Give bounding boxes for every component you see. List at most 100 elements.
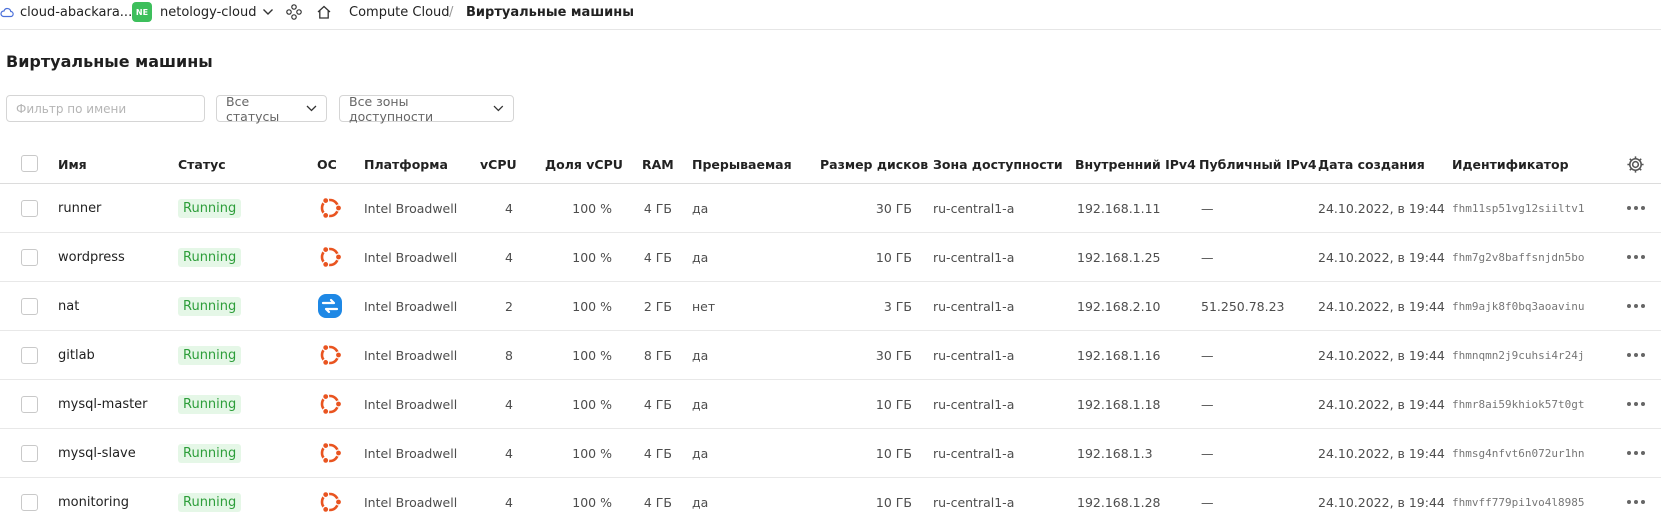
vm-internal-ip: 192.168.1.25 [1077,249,1161,265]
gear-icon[interactable] [1626,155,1645,178]
column-header-disk-size[interactable]: Размер дисков [820,157,928,172]
column-header-internal-ip[interactable]: Внутренний IPv4 [1075,157,1196,172]
vm-zone: ru-central1-a [933,347,1015,363]
vm-name-cell[interactable]: mysql-slave [58,429,136,477]
vm-name-cell[interactable]: monitoring [58,478,129,524]
row-actions-menu-icon[interactable] [1627,429,1645,477]
row-actions-menu-icon[interactable] [1627,282,1645,330]
vm-disk-size-cell: 30 ГБ [876,184,912,232]
breadcrumb-separator: / [449,4,454,20]
vm-public-ip: — [1201,249,1214,265]
column-header-status[interactable]: Статус [178,157,226,172]
vm-name-cell[interactable]: nat [58,282,79,330]
ubuntu-os-icon [317,184,343,232]
row-checkbox[interactable] [21,298,38,315]
name-filter-input[interactable] [6,95,205,122]
column-header-name[interactable]: Имя [58,157,87,172]
vm-vcpu-cell: 4 [505,380,513,428]
column-header-os[interactable]: ОС [317,157,337,172]
column-header-zone[interactable]: Зона доступности [933,157,1063,172]
column-header-vcpu-share[interactable]: Доля vCPU [545,157,623,172]
row-actions-menu-icon[interactable] [1627,184,1645,232]
row-checkbox[interactable] [21,445,38,462]
vm-name[interactable]: mysql-master [58,397,148,412]
ubuntu-os-icon [317,429,343,477]
vm-name[interactable]: monitoring [58,495,129,510]
home-icon[interactable] [313,2,335,22]
vm-ram: 4 ГБ [643,445,672,461]
row-checkbox[interactable] [21,347,38,364]
row-actions-menu-icon[interactable] [1627,233,1645,281]
zone-filter-select[interactable]: Все зоны доступности [339,94,514,124]
breadcrumb-service[interactable]: Compute Cloud [349,2,450,22]
vm-preemptible-cell: да [692,380,708,428]
vm-created-cell: 24.10.2022, в 19:44 [1318,331,1445,379]
table-row[interactable]: runner Running Intel Broadwell 4 100 % 4 ГБ да… [0,184,1661,233]
vm-name-cell[interactable]: gitlab [58,331,95,379]
vm-name[interactable]: mysql-slave [58,446,136,461]
row-actions-menu-icon[interactable] [1627,478,1645,524]
column-header-created[interactable]: Дата создания [1318,157,1425,172]
vm-preemptible-cell: да [692,331,708,379]
cloud-icon [0,7,14,18]
vm-name[interactable]: wordpress [58,250,125,265]
vm-ram-cell: 2 ГБ [644,282,672,330]
vm-id: fhmsg4nfvt6n072ur1hn [1452,446,1585,460]
vm-name[interactable]: runner [58,201,101,216]
vm-preemptible: да [692,249,709,265]
vm-name-cell[interactable]: mysql-master [58,380,148,428]
column-header-preemptible[interactable]: Прерываемая [692,157,792,172]
vm-name[interactable]: nat [58,299,79,314]
row-actions-menu-icon[interactable] [1627,380,1645,428]
table-row[interactable]: mysql-slave Running Intel Broadwell 4 100 % 4… [0,429,1661,478]
vm-disk-size-cell: 3 ГБ [884,282,912,330]
table-row[interactable]: gitlab Running Intel Broadwell 8 100 % 8 ГБ да… [0,331,1661,380]
vm-disk-size: 3 ГБ [883,298,912,314]
table-row[interactable]: monitoring Running Intel Broadwell 4 100 % 4 … [0,478,1661,524]
vm-zone-cell: ru-central1-a [933,429,1014,477]
vm-internal-ip-cell: 192.168.1.18 [1077,380,1161,428]
vm-id-cell: fhm9ajk8f0bq3aoavinu [1452,282,1584,330]
folder-selector[interactable]: NE netology-cloud [132,2,274,22]
row-checkbox[interactable] [21,249,38,266]
vm-vcpu-cell: 2 [505,282,513,330]
vm-created-cell: 24.10.2022, в 19:44 [1318,184,1445,232]
table-row[interactable]: wordpress Running Intel Broadwell 4 100 % 4 Г… [0,233,1661,282]
vm-id-cell: fhmr8ai59khiok57t0gt [1452,380,1584,428]
status-filter-value: Все статусы [226,93,280,124]
column-header-public-ip[interactable]: Публичный IPv4 [1199,157,1317,172]
column-header-platform[interactable]: Платформа [364,157,448,172]
row-checkbox[interactable] [21,396,38,413]
vm-name-cell[interactable]: wordpress [58,233,125,281]
vm-name-cell[interactable]: runner [58,184,101,232]
vm-platform-cell: Intel Broadwell [364,380,457,428]
services-icon[interactable] [283,2,305,22]
vm-preemptible: нет [692,298,716,314]
vm-public-ip-cell: — [1201,380,1214,428]
vm-vcpu-share-cell: 100 % [572,282,612,330]
status-badge-cell: Running [178,184,242,232]
vm-ram-cell: 4 ГБ [644,380,672,428]
cloud-selector[interactable]: cloud-abackara... [0,2,132,22]
vm-public-ip-cell: — [1201,478,1214,524]
row-actions-menu-icon[interactable] [1627,331,1645,379]
vm-name[interactable]: gitlab [58,348,95,363]
vm-ram: 8 ГБ [643,347,672,363]
vm-disk-size-cell: 10 ГБ [876,478,912,524]
row-checkbox[interactable] [21,494,38,511]
vm-platform-cell: Intel Broadwell [364,429,457,477]
table-row[interactable]: mysql-master Running Intel Broadwell 4 100 %… [0,380,1661,429]
vm-vcpu: 4 [505,200,513,216]
vm-preemptible-cell: да [692,429,708,477]
row-checkbox[interactable] [21,200,38,217]
column-header-ram[interactable]: RAM [642,157,674,172]
ubuntu-os-icon [317,478,343,524]
table-row[interactable]: nat Running Intel Broadwell 2 100 % 2 ГБ нет 3 … [0,282,1661,331]
status-filter-select[interactable]: Все статусы [216,93,327,124]
vm-disk-size: 10 ГБ [875,494,912,510]
vm-platform-cell: Intel Broadwell [364,233,457,281]
column-header-vcpu[interactable]: vCPU [480,157,517,172]
select-all-checkbox[interactable] [21,155,38,172]
status-badge-cell: Running [178,233,242,281]
column-header-id[interactable]: Идентификатор [1452,157,1569,172]
